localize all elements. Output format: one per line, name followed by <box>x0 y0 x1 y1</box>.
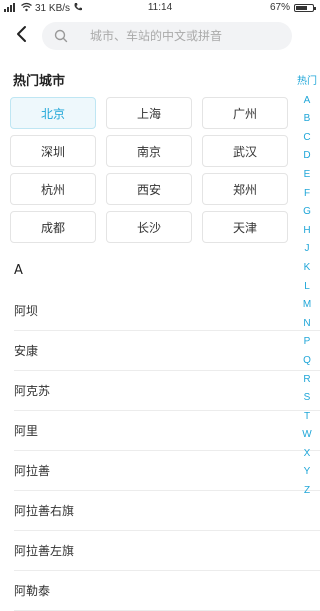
index-item-hot[interactable]: 热门 <box>294 73 320 92</box>
index-letter[interactable]: S <box>294 389 320 408</box>
battery-icon <box>294 3 316 12</box>
chevron-left-icon <box>16 25 28 47</box>
city-list-item[interactable]: 阿勒泰 <box>14 571 320 611</box>
hot-city-button[interactable]: 成都 <box>10 211 96 243</box>
battery-percent: 67% <box>269 2 290 13</box>
hot-city-button[interactable]: 武汉 <box>202 135 288 167</box>
battery-fill <box>296 5 307 10</box>
index-letter[interactable]: J <box>294 240 320 259</box>
index-letter[interactable]: Y <box>294 463 320 482</box>
hot-city-button[interactable]: 长沙 <box>106 211 192 243</box>
index-letter[interactable]: F <box>294 185 320 204</box>
header <box>0 18 320 54</box>
hot-city-button[interactable]: 深圳 <box>10 135 96 167</box>
index-letter[interactable]: R <box>294 371 320 390</box>
hot-cities-grid: 北京 上海 广州深圳 南京 武汉杭州 西安 郑州成都 长沙 天津 <box>10 97 290 243</box>
index-letter[interactable]: G <box>294 203 320 222</box>
index-letter[interactable]: Z <box>294 482 320 501</box>
city-list-item[interactable]: 安康 <box>14 331 320 371</box>
search-box[interactable] <box>42 22 292 50</box>
index-letter[interactable]: T <box>294 408 320 427</box>
city-list: 阿坝 安康 阿克苏 阿里 阿拉善 阿拉善右旗 阿拉善左旗 阿勒泰 <box>0 291 320 611</box>
index-letter[interactable]: L <box>294 278 320 297</box>
index-letter[interactable]: W <box>294 426 320 445</box>
search-input[interactable] <box>88 28 272 44</box>
hot-city-button[interactable]: 广州 <box>202 97 288 129</box>
city-list-item[interactable]: 阿坝 <box>14 291 320 331</box>
index-letter[interactable]: D <box>294 147 320 166</box>
hot-city-button[interactable]: 西安 <box>106 173 192 205</box>
index-letter[interactable]: N <box>294 315 320 334</box>
index-letter[interactable]: H <box>294 222 320 241</box>
city-list-item[interactable]: 阿拉善 <box>14 451 320 491</box>
alphabet-index-bar: 热门 A B C D E F G H J K L M N P Q R S T W X Y Z <box>294 73 320 501</box>
hot-city-button[interactable]: 上海 <box>106 97 192 129</box>
status-bar: 31 KB/s 11:14 67% <box>0 0 320 16</box>
index-letter[interactable]: A <box>294 92 320 111</box>
hot-city-button[interactable]: 南京 <box>106 135 192 167</box>
index-letter[interactable]: B <box>294 110 320 129</box>
index-letter[interactable]: X <box>294 445 320 464</box>
index-letter[interactable]: P <box>294 333 320 352</box>
city-list-item[interactable]: 阿克苏 <box>14 371 320 411</box>
hot-city-button[interactable]: 北京 <box>10 97 96 129</box>
city-list-item[interactable]: 阿里 <box>14 411 320 451</box>
status-right: 67% <box>269 2 316 13</box>
section-header: A <box>14 263 23 278</box>
hot-city-button[interactable]: 天津 <box>202 211 288 243</box>
index-letter[interactable]: K <box>294 259 320 278</box>
index-letter[interactable]: Q <box>294 352 320 371</box>
back-button[interactable] <box>8 22 36 50</box>
index-letter[interactable]: E <box>294 166 320 185</box>
hot-cities-title: 热门城市 <box>13 74 66 89</box>
city-list-item[interactable]: 阿拉善右旗 <box>14 491 320 531</box>
hot-city-button[interactable]: 郑州 <box>202 173 288 205</box>
search-icon <box>54 29 68 43</box>
hot-city-button[interactable]: 杭州 <box>10 173 96 205</box>
index-letter[interactable]: C <box>294 129 320 148</box>
index-letter[interactable]: M <box>294 296 320 315</box>
city-list-item[interactable]: 阿拉善左旗 <box>14 531 320 571</box>
